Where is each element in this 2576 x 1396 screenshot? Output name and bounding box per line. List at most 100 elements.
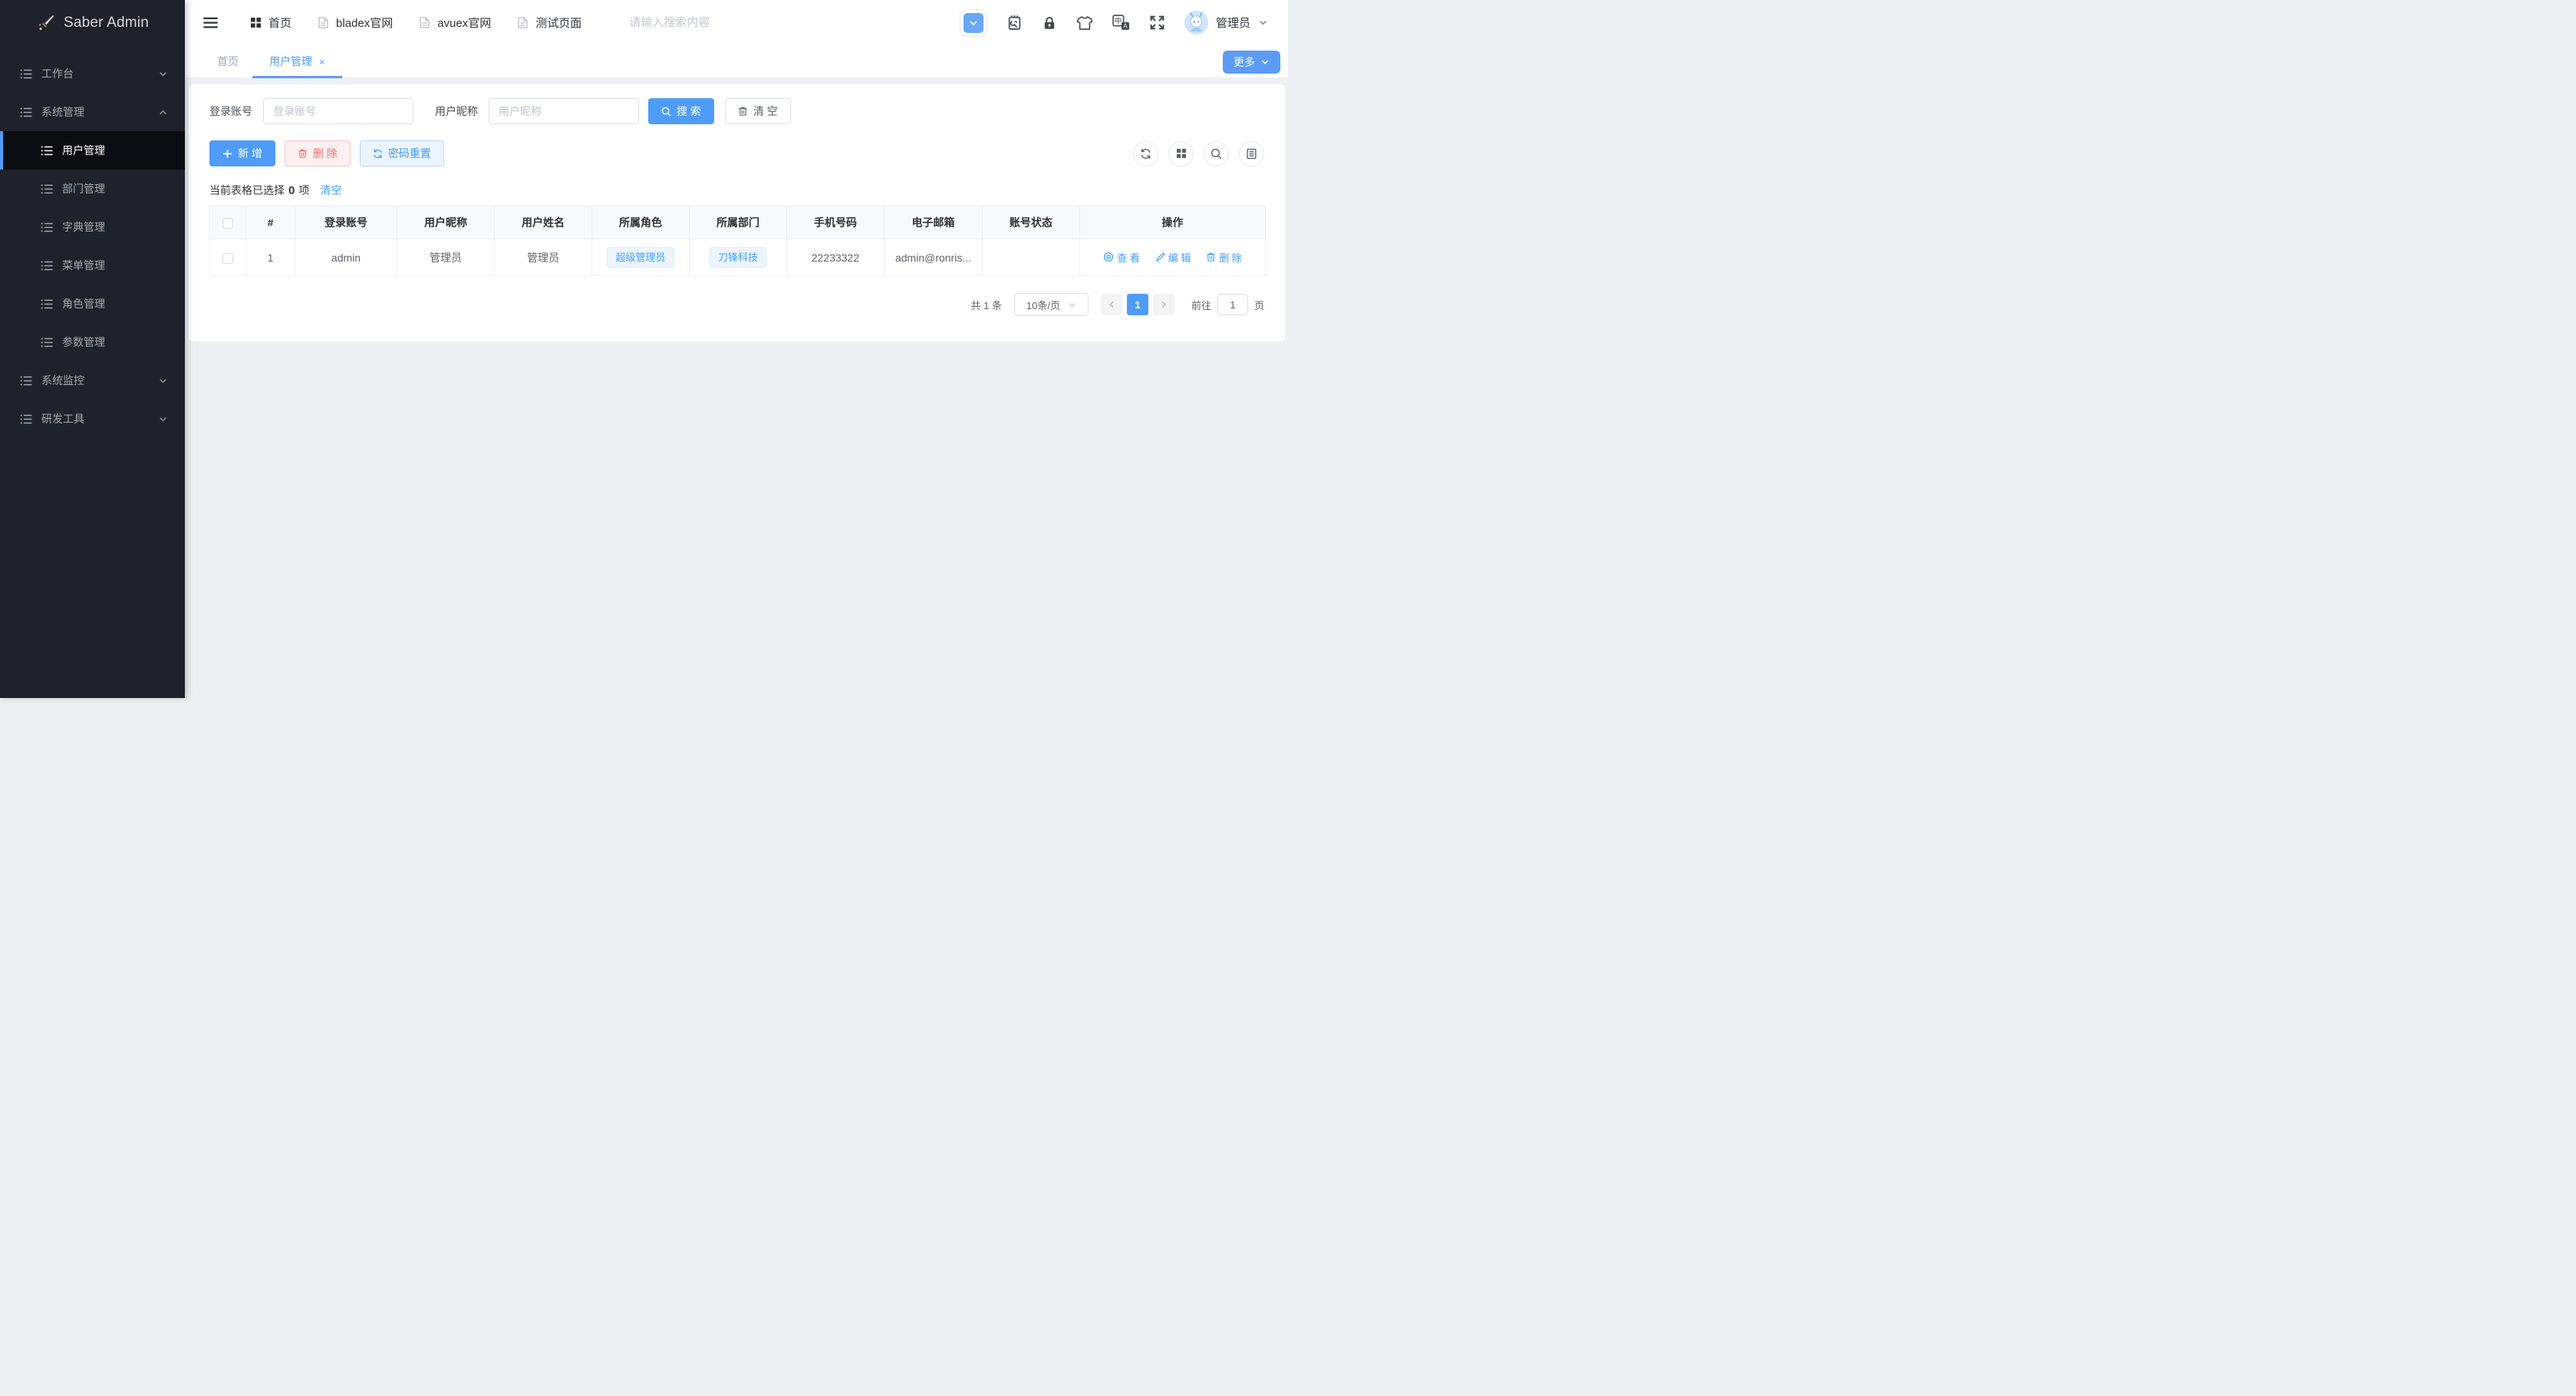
lock-icon[interactable] <box>1042 15 1057 31</box>
chevron-right-icon <box>1159 300 1168 309</box>
table-toolbar: 新 增 删 除 密码重置 <box>209 140 1264 166</box>
list-icon <box>41 144 54 157</box>
edit-link[interactable]: 编 辑 <box>1155 250 1191 265</box>
sidebar-item-label: 部门管理 <box>62 183 105 195</box>
select-all-checkbox[interactable] <box>222 218 233 229</box>
goto-page-suffix: 页 <box>1253 299 1264 311</box>
add-button-label: 新 增 <box>238 147 262 160</box>
filter-form: 登录账号 用户昵称 搜 索 清 空 <box>209 98 1264 124</box>
top-menu-toggle-button[interactable] <box>959 8 987 37</box>
app-logo[interactable]: Saber Admin <box>0 0 185 45</box>
sidebar-item-dict-mgmt[interactable]: 字典管理 <box>0 208 185 246</box>
sidebar-item-user-mgmt[interactable]: 用户管理 <box>0 131 185 170</box>
add-button[interactable]: 新 增 <box>209 140 275 166</box>
trash-icon <box>738 106 748 117</box>
sidebar: Saber Admin 工作台 系统管理 用户管理 部门管理 字典管理 菜单管理… <box>0 0 185 698</box>
chevron-down-icon <box>158 69 168 79</box>
sidebar-item-label: 菜单管理 <box>62 259 105 272</box>
sidebar-item-dev-tools[interactable]: 研发工具 <box>0 400 185 438</box>
sidebar-item-label: 字典管理 <box>62 221 105 233</box>
next-page-button[interactable] <box>1152 294 1174 315</box>
topnav-item-test-page[interactable]: 测试页面 <box>517 15 581 31</box>
refresh-icon <box>1140 148 1151 160</box>
document-icon <box>517 16 529 29</box>
translate-icon[interactable]: 中A <box>1112 15 1130 31</box>
debug-tool-icon[interactable] <box>1006 15 1023 31</box>
sidebar-item-label: 系统监控 <box>41 374 84 387</box>
delete-link[interactable]: 删 除 <box>1206 250 1242 265</box>
sidebar-item-param-mgmt[interactable]: 参数管理 <box>0 323 185 361</box>
global-search-input[interactable] <box>629 16 806 29</box>
cell-dept: 刀锋科技 <box>689 239 787 276</box>
column-header-account: 登录账号 <box>295 206 397 239</box>
goto-page-input[interactable] <box>1217 294 1248 315</box>
column-settings-button[interactable] <box>1168 140 1194 166</box>
eye-icon <box>1103 252 1114 262</box>
delete-link-label: 删 除 <box>1219 252 1242 264</box>
chevron-up-icon <box>158 107 168 117</box>
sidebar-menu: 工作台 系统管理 用户管理 部门管理 字典管理 菜单管理 角色管理 参数管理 系… <box>0 45 185 438</box>
refresh-table-button[interactable] <box>1133 140 1158 166</box>
topnav-item-label: 首页 <box>268 17 292 30</box>
list-icon <box>41 336 54 349</box>
reset-password-button[interactable]: 密码重置 <box>359 140 444 166</box>
sidebar-item-menu-mgmt[interactable]: 菜单管理 <box>0 246 185 285</box>
hamburger-icon[interactable] <box>202 14 219 31</box>
page-size-select[interactable]: 10条/页 <box>1013 293 1089 316</box>
sidebar-item-workbench[interactable]: 工作台 <box>0 54 185 93</box>
clear-button[interactable]: 清 空 <box>724 98 791 124</box>
fullscreen-icon[interactable] <box>1149 15 1165 31</box>
selection-clear-link[interactable]: 清空 <box>320 183 341 198</box>
topnav-item-home[interactable]: 首页 <box>250 15 292 31</box>
tabs-more-button[interactable]: 更多 <box>1223 51 1280 74</box>
view-link[interactable]: 查 看 <box>1103 250 1140 265</box>
export-data-button[interactable] <box>1239 140 1264 166</box>
prev-page-button[interactable] <box>1100 294 1122 315</box>
tab-home[interactable]: 首页 <box>203 45 252 77</box>
top-nav: 首页 bladex官网 avuex官网 测试页面 <box>250 15 581 31</box>
topnav-item-bladex[interactable]: bladex官网 <box>318 15 393 31</box>
pencil-icon <box>1155 252 1165 262</box>
sidebar-item-dept-mgmt[interactable]: 部门管理 <box>0 170 185 208</box>
tab-label: 首页 <box>217 55 239 67</box>
nickname-input[interactable] <box>489 98 639 124</box>
column-header-dept: 所属部门 <box>689 206 787 239</box>
topnav-item-avuex[interactable]: avuex官网 <box>419 15 491 31</box>
topnav-item-label: bladex官网 <box>336 17 394 30</box>
chevron-left-icon <box>1107 300 1116 309</box>
sidebar-item-role-mgmt[interactable]: 角色管理 <box>0 285 185 323</box>
column-header-role: 所属角色 <box>591 206 690 239</box>
sidebar-item-system-mgmt[interactable]: 系统管理 <box>0 93 185 131</box>
selection-count: 0 <box>288 183 295 197</box>
chevron-down-icon <box>158 376 168 386</box>
document-lines-icon <box>1246 148 1257 160</box>
theme-shirt-icon[interactable] <box>1076 15 1093 31</box>
selection-prefix: 当前表格已选择 <box>209 184 285 196</box>
toggle-search-button[interactable] <box>1204 140 1229 166</box>
view-link-label: 查 看 <box>1117 252 1140 264</box>
account-input[interactable] <box>263 98 413 124</box>
pagination-total: 共 1 条 <box>970 299 1002 311</box>
cell-status <box>982 239 1080 276</box>
search-icon <box>661 107 671 117</box>
svg-text:中: 中 <box>1115 17 1122 25</box>
cell-phone: 22233322 <box>786 239 884 276</box>
column-header-status: 账号状态 <box>982 206 1080 239</box>
delete-button[interactable]: 删 除 <box>284 140 351 166</box>
page-number-1[interactable]: 1 <box>1126 294 1148 315</box>
row-checkbox[interactable] <box>222 252 233 264</box>
header-checkbox-cell <box>209 206 246 239</box>
dept-tag: 刀锋科技 <box>709 247 766 268</box>
user-mgmt-card: 登录账号 用户昵称 搜 索 清 空 <box>189 84 1285 341</box>
delete-button-label: 删 除 <box>312 147 338 160</box>
tab-user-mgmt[interactable]: 用户管理 × <box>252 45 342 78</box>
chevron-down-icon <box>1258 18 1268 28</box>
role-tag: 超级管理员 <box>607 247 674 268</box>
user-menu[interactable]: 管理员 <box>1184 11 1268 35</box>
document-icon <box>318 16 329 29</box>
topnav-item-label: avuex官网 <box>437 17 492 30</box>
app-logo-text: Saber Admin <box>64 14 149 31</box>
close-icon[interactable]: × <box>319 56 325 67</box>
search-button[interactable]: 搜 索 <box>648 98 714 124</box>
sidebar-item-system-monitor[interactable]: 系统监控 <box>0 361 185 400</box>
